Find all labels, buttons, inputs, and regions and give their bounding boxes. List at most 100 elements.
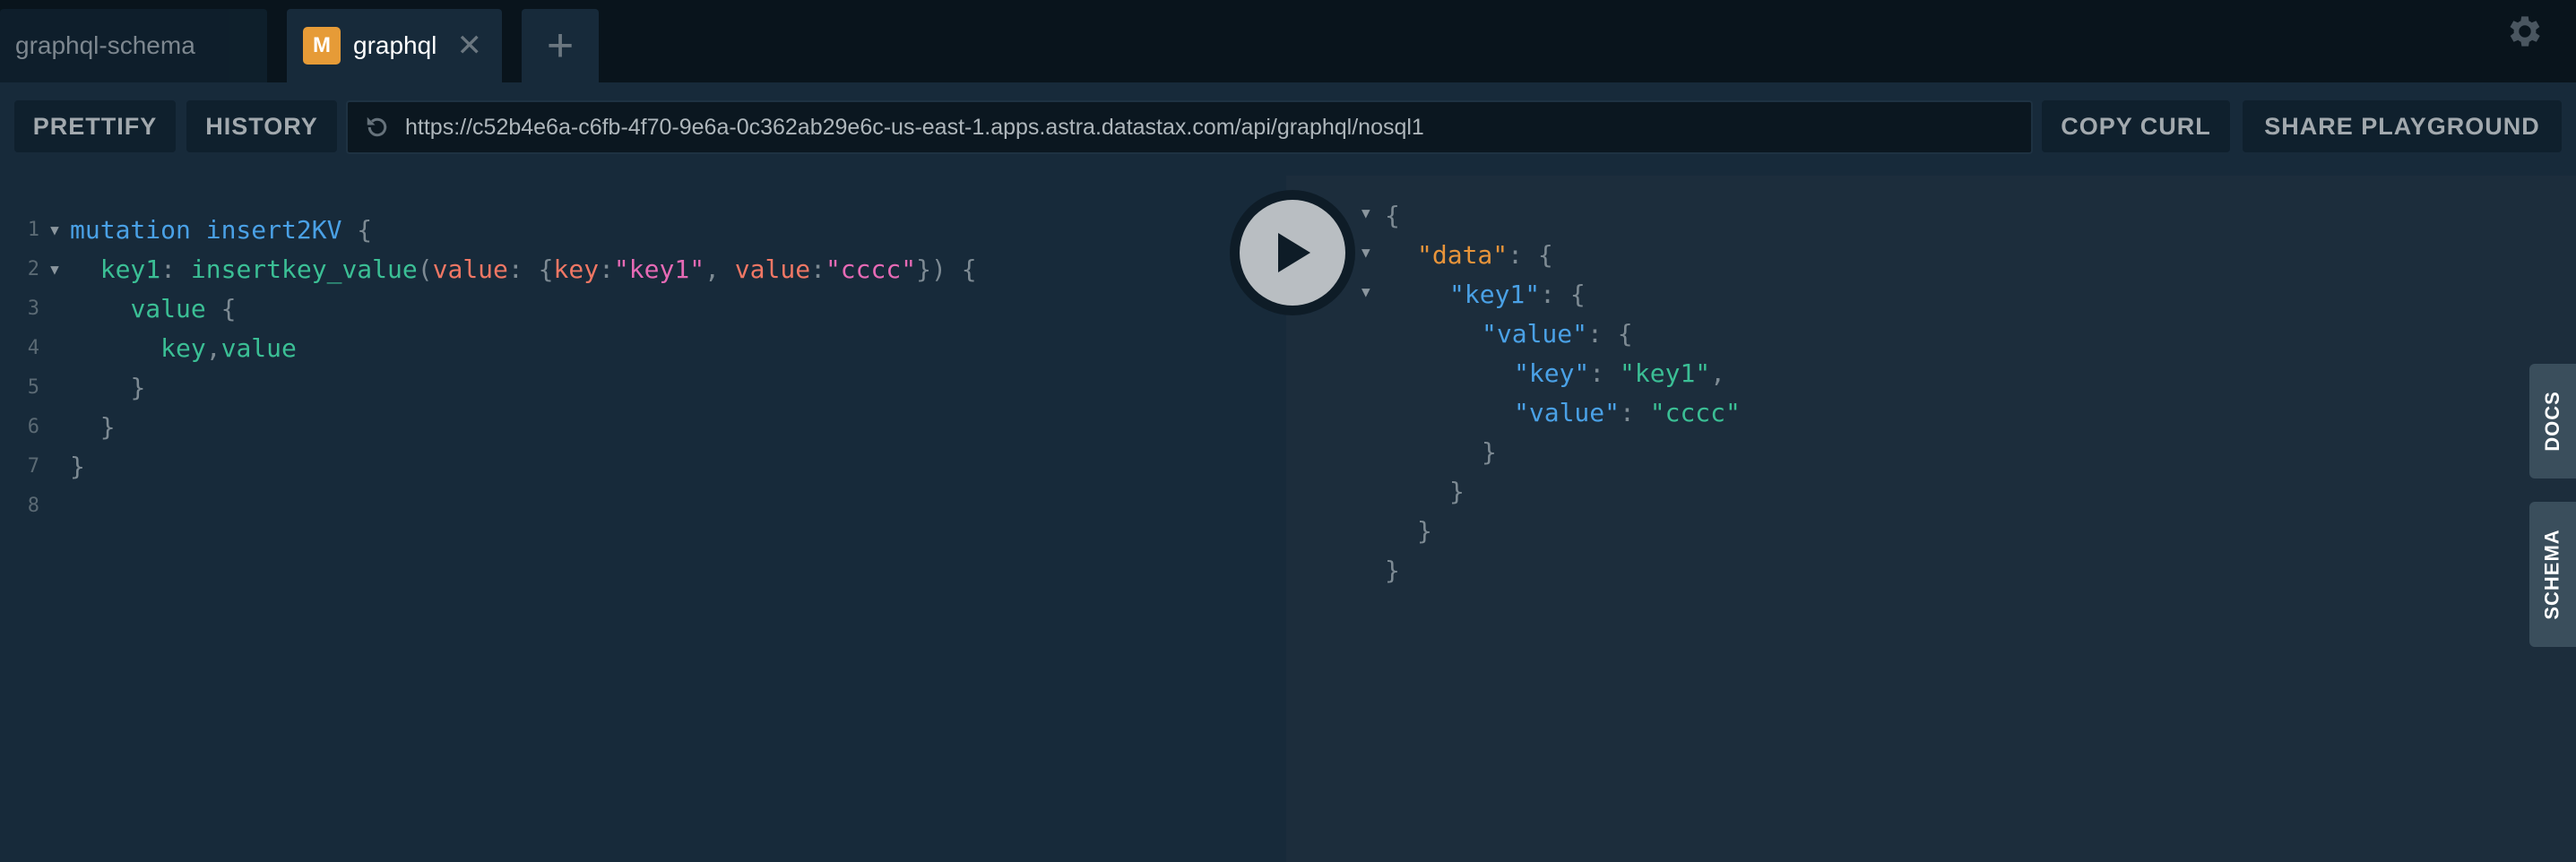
punct: , bbox=[205, 332, 221, 363]
operation-name: insert2KV bbox=[205, 214, 342, 245]
brace: } bbox=[1449, 476, 1465, 506]
alias: key1 bbox=[99, 254, 161, 284]
add-tab-button[interactable]: + bbox=[522, 9, 599, 82]
tab-label: graphql bbox=[353, 31, 437, 59]
endpoint-url-bar bbox=[346, 100, 2033, 154]
field-name: key bbox=[160, 332, 206, 363]
field-name: value bbox=[220, 332, 297, 363]
line-number: 1 bbox=[27, 218, 39, 241]
tab-label: graphql-schema bbox=[15, 31, 195, 59]
json-key: "key" bbox=[1514, 358, 1590, 388]
code-line: 1 ▼ mutation insert2KV { bbox=[0, 210, 372, 249]
punct: , bbox=[705, 254, 720, 284]
brace: } bbox=[1417, 515, 1432, 546]
json-line: "value": { bbox=[1482, 314, 1633, 353]
punct: : bbox=[1589, 358, 1621, 388]
arg-name: value bbox=[734, 254, 811, 284]
json-value: "key1" bbox=[1620, 358, 1711, 388]
code-line: 6 } bbox=[0, 407, 116, 446]
schema-tab[interactable]: SCHEMA bbox=[2529, 502, 2576, 647]
gear-icon[interactable] bbox=[2504, 11, 2546, 52]
code-line: 7 } bbox=[0, 446, 85, 486]
result-pane: ▼ ▼ ▼ { "data": { "key1": { "value": { "… bbox=[1286, 176, 2576, 862]
line-number: 3 bbox=[27, 297, 39, 320]
line-number: 8 bbox=[27, 494, 39, 517]
punct: { bbox=[538, 254, 554, 284]
punct: : bbox=[1620, 397, 1650, 427]
code-line: 2 ▼ key1: insertkey_value(value: {key: "k… bbox=[0, 249, 977, 289]
punct: }) bbox=[916, 254, 947, 284]
punct: ( bbox=[417, 254, 433, 284]
brace: } bbox=[1482, 436, 1497, 467]
brace: } bbox=[99, 411, 116, 442]
query-editor[interactable]: 1 ▼ mutation insert2KV { 2 ▼ key1: inser… bbox=[0, 176, 1286, 862]
history-button[interactable]: HISTORY bbox=[186, 100, 337, 152]
brace: { bbox=[1385, 200, 1400, 230]
punct: , bbox=[1710, 358, 1726, 388]
field-name: value bbox=[130, 293, 206, 323]
brace: } bbox=[130, 372, 146, 402]
punct: : bbox=[810, 254, 826, 284]
line-number: 2 bbox=[27, 257, 39, 280]
code-line: 5 } bbox=[0, 367, 146, 407]
endpoint-url-input[interactable] bbox=[403, 113, 2031, 142]
schema-tab-label: SCHEMA bbox=[2541, 529, 2563, 620]
code-line: 4 key, value bbox=[0, 328, 297, 367]
execute-query-button[interactable] bbox=[1230, 190, 1355, 315]
tab-graphql[interactable]: M graphql ✕ bbox=[287, 9, 502, 82]
fold-arrow-icon[interactable]: ▼ bbox=[39, 221, 70, 238]
brace: } bbox=[1385, 555, 1400, 585]
brace: } bbox=[70, 451, 85, 481]
string-value: "cccc" bbox=[825, 254, 917, 284]
json-line: "value": "cccc" bbox=[1514, 392, 1741, 432]
punct: : { bbox=[1587, 318, 1633, 349]
json-value: "cccc" bbox=[1649, 397, 1741, 427]
brace: { bbox=[220, 293, 237, 323]
json-key: "key1" bbox=[1449, 279, 1541, 309]
arg-name: value bbox=[432, 254, 508, 284]
punct: : bbox=[160, 254, 177, 284]
close-icon[interactable]: ✕ bbox=[457, 30, 483, 61]
fold-arrow-icon[interactable]: ▼ bbox=[39, 261, 70, 278]
line-number: 5 bbox=[27, 375, 39, 399]
json-key: "data" bbox=[1417, 239, 1508, 270]
fold-arrow-icon[interactable]: ▼ bbox=[1361, 244, 1370, 261]
plus-icon: + bbox=[546, 20, 575, 72]
line-number: 6 bbox=[27, 415, 39, 438]
docs-tab-label: DOCS bbox=[2541, 391, 2563, 452]
fold-arrow-icon[interactable]: ▼ bbox=[1361, 204, 1370, 221]
line-number: 4 bbox=[27, 336, 39, 359]
field-name: insertkey_value bbox=[190, 254, 418, 284]
json-line: "key": "key1", bbox=[1514, 353, 1725, 392]
brace: { bbox=[357, 214, 373, 245]
code-line: 8 bbox=[0, 486, 39, 525]
json-line: "data": { bbox=[1417, 235, 1553, 274]
toolbar: PRETTIFY HISTORY COPY CURL SHARE PLAYGRO… bbox=[0, 82, 2576, 176]
brace: { bbox=[961, 254, 977, 284]
string-value: "key1" bbox=[613, 254, 705, 284]
tab-graphql-schema[interactable]: graphql-schema bbox=[0, 9, 267, 82]
json-line: { bbox=[1385, 195, 1400, 235]
copy-curl-button[interactable]: COPY CURL bbox=[2042, 100, 2230, 152]
keyword: mutation bbox=[70, 214, 191, 245]
reload-icon[interactable] bbox=[364, 114, 391, 141]
play-button-face bbox=[1240, 200, 1345, 306]
json-line: } bbox=[1449, 471, 1465, 511]
json-line: "key1": { bbox=[1449, 274, 1586, 314]
punct: : { bbox=[1540, 279, 1586, 309]
punct: : bbox=[507, 254, 523, 284]
tab-bar: graphql-schema M graphql ✕ + bbox=[0, 0, 2576, 82]
play-icon bbox=[1278, 233, 1310, 272]
docs-tab[interactable]: DOCS bbox=[2529, 364, 2576, 478]
punct: : bbox=[599, 254, 614, 284]
code-line: 3 value { bbox=[0, 289, 237, 328]
fold-arrow-icon[interactable]: ▼ bbox=[1361, 283, 1370, 300]
json-line: } bbox=[1482, 432, 1497, 471]
json-line: } bbox=[1417, 511, 1432, 550]
share-playground-button[interactable]: SHARE PLAYGROUND bbox=[2243, 100, 2562, 152]
prettify-button[interactable]: PRETTIFY bbox=[14, 100, 176, 152]
json-line: } bbox=[1385, 550, 1400, 590]
line-number: 7 bbox=[27, 454, 39, 478]
arg-name: key bbox=[553, 254, 600, 284]
mutation-badge: M bbox=[303, 27, 341, 65]
